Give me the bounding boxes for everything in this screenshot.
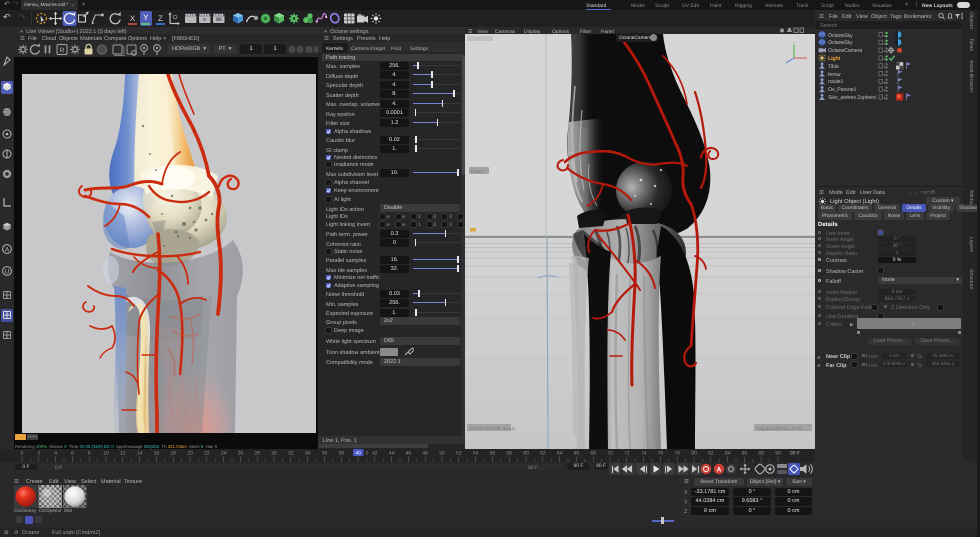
svg-text:Y: Y bbox=[793, 42, 796, 46]
svg-text:90: 90 bbox=[775, 451, 781, 457]
svg-text:68: 68 bbox=[590, 451, 596, 457]
svg-text:44: 44 bbox=[389, 451, 395, 457]
svg-text:46: 46 bbox=[406, 451, 412, 457]
svg-text:8: 8 bbox=[88, 451, 91, 457]
svg-text:90 F: 90 F bbox=[790, 451, 800, 457]
svg-text:10: 10 bbox=[103, 451, 109, 457]
svg-text:82: 82 bbox=[708, 451, 714, 457]
svg-text:0: 0 bbox=[366, 451, 369, 457]
svg-text:0: 0 bbox=[21, 451, 24, 457]
svg-text:36: 36 bbox=[322, 451, 328, 457]
svg-text:R: R bbox=[59, 47, 64, 54]
svg-text:50: 50 bbox=[439, 451, 445, 457]
svg-text:56: 56 bbox=[490, 451, 496, 457]
svg-text:48: 48 bbox=[422, 451, 428, 457]
svg-text:78: 78 bbox=[674, 451, 680, 457]
svg-text:28: 28 bbox=[254, 451, 260, 457]
svg-text:16: 16 bbox=[154, 451, 160, 457]
svg-text:2: 2 bbox=[37, 451, 40, 457]
svg-text:22: 22 bbox=[204, 451, 210, 457]
svg-text:52: 52 bbox=[456, 451, 462, 457]
svg-text:76: 76 bbox=[658, 451, 664, 457]
svg-text:A: A bbox=[5, 246, 10, 253]
svg-text:24: 24 bbox=[221, 451, 227, 457]
svg-text:6: 6 bbox=[71, 451, 74, 457]
svg-text:60: 60 bbox=[523, 451, 529, 457]
svg-text:74: 74 bbox=[641, 451, 647, 457]
svg-text:18: 18 bbox=[170, 451, 176, 457]
svg-text:72: 72 bbox=[624, 451, 630, 457]
svg-text:88: 88 bbox=[758, 451, 764, 457]
svg-text:64: 64 bbox=[557, 451, 563, 457]
svg-text:4: 4 bbox=[54, 451, 57, 457]
svg-text:14: 14 bbox=[137, 451, 143, 457]
svg-text:38: 38 bbox=[338, 451, 344, 457]
svg-text:42: 42 bbox=[372, 451, 378, 457]
svg-text:66: 66 bbox=[574, 451, 580, 457]
svg-text:58: 58 bbox=[506, 451, 512, 457]
svg-text:32: 32 bbox=[288, 451, 294, 457]
svg-text:54: 54 bbox=[473, 451, 479, 457]
svg-text:70: 70 bbox=[607, 451, 613, 457]
svg-text:20: 20 bbox=[187, 451, 193, 457]
svg-text:34: 34 bbox=[305, 451, 311, 457]
svg-text:U: U bbox=[5, 268, 10, 275]
svg-text:26: 26 bbox=[238, 451, 244, 457]
svg-text:A: A bbox=[717, 466, 722, 473]
svg-text:80: 80 bbox=[691, 451, 697, 457]
svg-text:62: 62 bbox=[540, 451, 546, 457]
svg-text:86: 86 bbox=[742, 451, 748, 457]
svg-text:30: 30 bbox=[271, 451, 277, 457]
svg-text:84: 84 bbox=[725, 451, 731, 457]
svg-text:40: 40 bbox=[355, 451, 361, 457]
svg-text:12: 12 bbox=[120, 451, 126, 457]
